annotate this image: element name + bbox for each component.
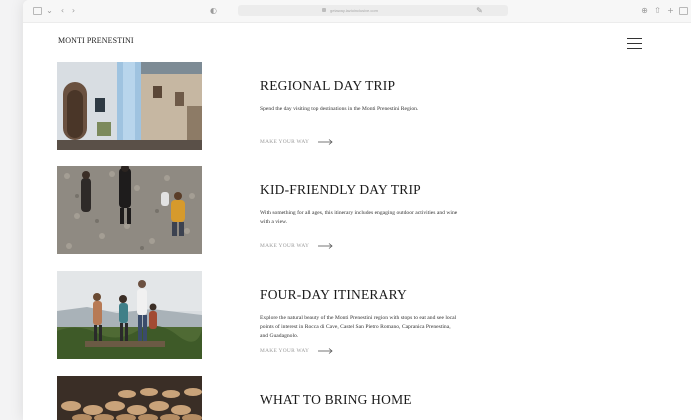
browser-window: ⌄ ‹ › ◐ getaway.lazioinclusive.com ✎ ⊕ ⇧… <box>23 0 691 420</box>
tabs-overview-icon[interactable] <box>679 7 688 15</box>
arrow-right-icon <box>318 348 333 354</box>
make-your-way-link[interactable]: MAKE YOUR WAY <box>260 348 333 354</box>
card-heading: KID-FRIENDLY DAY TRIP <box>260 182 421 197</box>
card-link-label: MAKE YOUR WAY <box>260 243 310 249</box>
card-image[interactable] <box>57 376 202 420</box>
card-link-label: MAKE YOUR WAY <box>260 348 310 354</box>
site-logo-title[interactable]: MONTI PRENESTINI <box>58 36 134 45</box>
download-icon[interactable]: ⊕ <box>640 6 649 15</box>
lock-icon <box>322 8 326 12</box>
browser-toolbar: ⌄ ‹ › ◐ getaway.lazioinclusive.com ✎ ⊕ ⇧… <box>23 0 691 23</box>
back-icon[interactable]: ‹ <box>58 6 67 15</box>
arrow-right-icon <box>318 243 333 249</box>
card-heading: FOUR-DAY ITINERARY <box>260 287 407 302</box>
card-what-to-bring-home: WHAT TO BRING HOME <box>57 376 617 420</box>
card-link-label: MAKE YOUR WAY <box>260 139 310 145</box>
card-image[interactable] <box>57 62 202 150</box>
translate-icon[interactable]: ✎ <box>475 6 484 15</box>
card-description: Spend the day visiting top destinations … <box>260 106 419 112</box>
sidebar-toggle-icon[interactable] <box>33 7 42 15</box>
forward-icon[interactable]: › <box>69 6 78 15</box>
make-your-way-link[interactable]: MAKE YOUR WAY <box>260 243 333 249</box>
chevron-down-icon[interactable]: ⌄ <box>45 6 54 15</box>
card-kid-friendly-day-trip: KID-FRIENDLY DAY TRIP With something for… <box>57 166 617 258</box>
card-description: With something for all ages, this itiner… <box>260 210 458 225</box>
make-your-way-link[interactable]: MAKE YOUR WAY <box>260 139 333 145</box>
card-regional-day-trip: REGIONAL DAY TRIP Spend the day visiting… <box>57 62 617 154</box>
shield-icon[interactable]: ◐ <box>209 6 218 15</box>
card-four-day-itinerary: FOUR-DAY ITINERARY Explore the natural b… <box>57 271 617 363</box>
card-heading: REGIONAL DAY TRIP <box>260 78 396 93</box>
arrow-right-icon <box>318 139 333 145</box>
card-heading: WHAT TO BRING HOME <box>260 392 412 407</box>
card-description: Explore the natural beauty of the Monti … <box>260 315 457 339</box>
address-url: getaway.lazioinclusive.com <box>330 8 378 13</box>
share-icon[interactable]: ⇧ <box>653 6 662 15</box>
hamburger-menu-icon[interactable] <box>627 38 642 50</box>
new-tab-icon[interactable]: + <box>666 6 675 15</box>
card-image[interactable] <box>57 271 202 359</box>
card-image[interactable] <box>57 166 202 254</box>
address-bar[interactable]: getaway.lazioinclusive.com <box>238 5 508 16</box>
